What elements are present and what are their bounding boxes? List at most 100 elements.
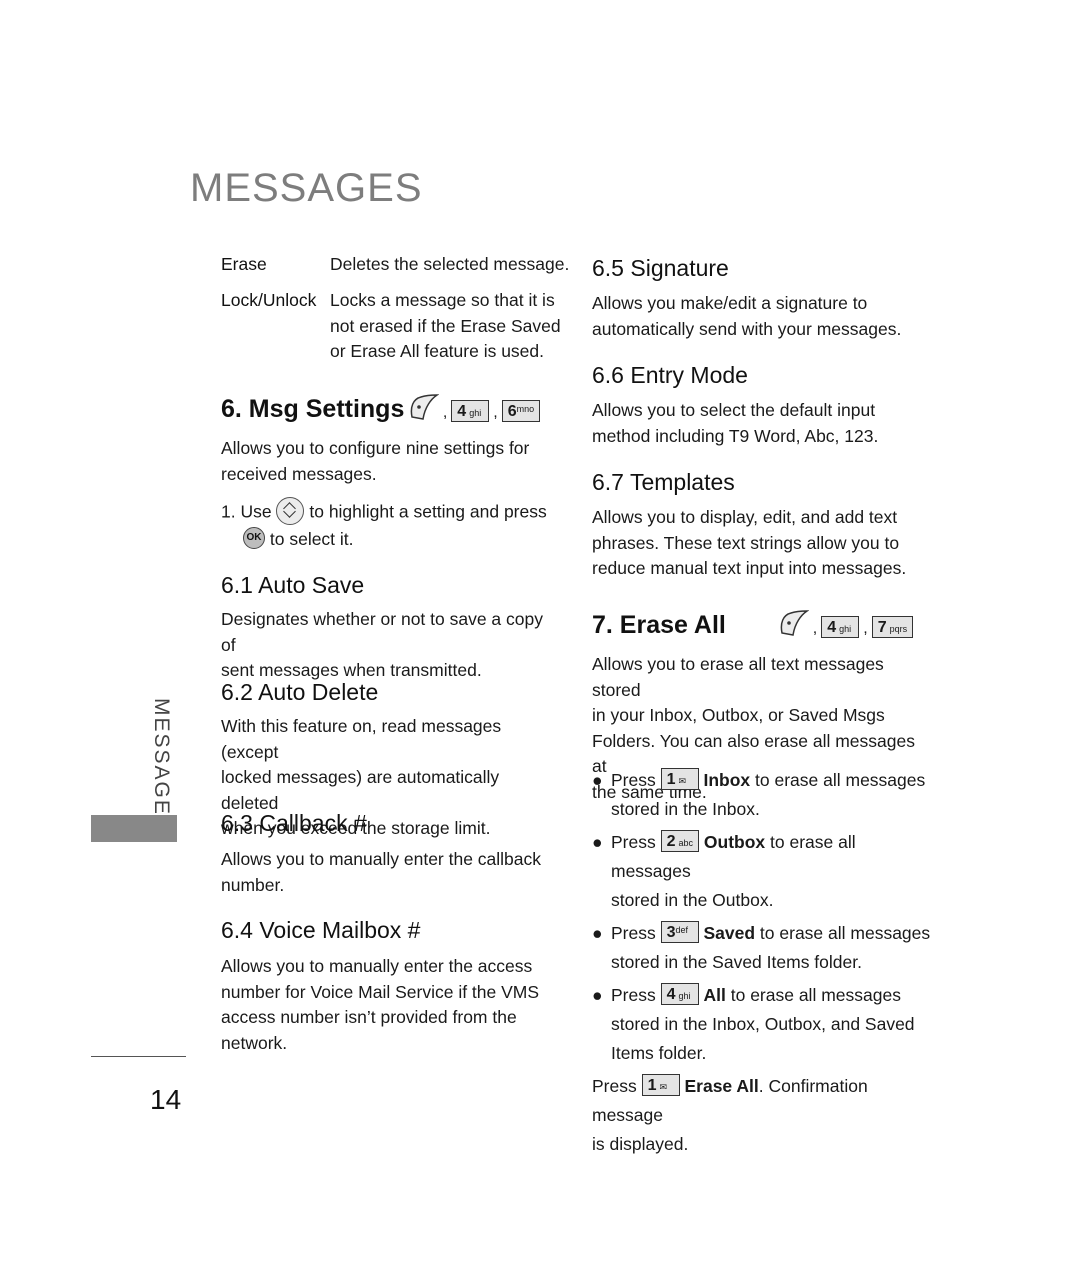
bullet: ● [592,832,603,852]
section-body: Allows you to manually enter the access … [221,954,561,1056]
text-line: is displayed. [592,1134,689,1154]
text-line: or Erase All feature is used. [330,341,544,361]
press-text: Press [611,985,656,1005]
text-line: Items folder. [611,1043,707,1063]
ok-key-icon: OK [243,527,265,550]
page-number: 14 [150,1084,182,1115]
section-heading: 6.6 Entry Mode [592,362,748,388]
text-line: number for Voice Mail Service if the VMS [221,981,540,1002]
section-voice-mailbox: 6.4 Voice Mailbox # Allows you to manual… [221,916,561,1056]
text-line: not erased if the Erase Saved [330,315,561,336]
text-line: Designates whether or not to save a copy… [221,609,543,655]
section-heading: 6.1 Auto Save [221,572,365,598]
key-1-mail-icon: 1 ✉ [641,1074,680,1097]
text-line: stored in the Saved Items folder. [611,952,862,972]
section-heading: 7. Erase All [592,611,726,639]
comma: , [493,404,498,421]
press-text: Press [611,923,656,943]
section-auto-save: 6.1 Auto Save Designates whether or not … [221,571,561,684]
option-name: All [703,985,726,1005]
comma: , [863,620,868,637]
text-line: access number isn’t provided from the [221,1007,517,1027]
definition-desc: Locks a message so that it is not erased… [330,288,561,365]
option-desc: to erase all messages [759,923,931,943]
key-3-def-icon: 3def [660,921,699,944]
definition-term: Lock/Unlock [221,290,317,310]
footer-rule [91,1056,186,1057]
comma: , [812,620,818,637]
section-body: Allows you to manually enter the callbac… [221,847,561,898]
step-text: to highlight a setting and press [309,501,547,522]
key-1-mail-icon: 1 ✉ [660,768,699,791]
press-text: Press [611,832,656,852]
option-name: Erase All [684,1076,759,1096]
text-line: Allows you to manually enter the callbac… [221,849,542,869]
option-desc: to erase all messages [755,770,926,790]
text-line: automatically send with your messages. [592,318,902,339]
text-line: number. [221,874,285,895]
section-templates: 6.7 Templates Allows you to display, edi… [592,468,932,582]
step-text: to select it. [269,529,354,549]
section-body: Allows you make/edit a signature to auto… [592,291,932,342]
section-body: Allows you to display, edit, and add tex… [592,505,932,582]
key-2-abc-icon: 2 abc [660,830,700,853]
text-line: Locks a message so that it is [330,290,555,310]
text-line: With this feature on, read messages (exc… [221,716,502,762]
text-line: received messages. [221,463,377,484]
sidebar-section-text: MESSAGES [150,698,173,832]
text-line: stored in the Inbox, Outbox, and Saved [611,1014,915,1034]
text-line: in your Inbox, Outbox, or Saved Msgs [592,705,885,725]
left-softkey-icon [779,609,810,642]
navigation-key-icon [276,497,305,525]
bullet: ● [592,985,603,1005]
erase-all-heading-row: 7. Erase All , 4 ghi, 7 pqrs [592,610,932,645]
definition-term: Erase [221,254,267,274]
comma: , [442,404,448,421]
left-softkey-icon [409,393,440,426]
section-heading: 6.5 Signature [592,255,729,281]
section-heading: 6.3 Callback # [221,810,367,836]
sidebar-section-label: MESSAGES [143,698,173,832]
key-6-mno-icon: 6mno [501,399,541,422]
section-heading: 6.4 Voice Mailbox # [221,917,421,943]
press-text: Press [592,1076,637,1096]
text-line: stored in the Outbox. [611,890,774,910]
final-step: Press 1 ✉ Erase All. Confirmation message… [592,1072,937,1159]
erase-all-options: ● Press 1 ✉ Inbox to erase all messages s… [592,766,937,1159]
section-signature: 6.5 Signature Allows you make/edit a sig… [592,254,932,342]
text-line: phrases. These text strings allow you to [592,532,900,553]
msg-settings-section: 6. Msg Settings , 4 ghi, 6mno [221,393,541,429]
step-line: 1. Use to highlight a setting and press [221,497,561,527]
text-line: method including T9 Word, Abc, 123. [592,425,879,446]
section-entry-mode: 6.6 Entry Mode Allows you to select the … [592,361,932,449]
step-text: Use [240,501,272,522]
list-item: ● Press 1 ✉ Inbox to erase all messages s… [592,766,937,824]
option-name: Saved [703,923,756,943]
definition-desc: Deletes the selected message. [330,254,570,274]
text-line: Allows you make/edit a signature to [592,293,868,313]
section-heading: 6. Msg Settings [221,395,405,423]
section-body: Allows you to select the default input m… [592,398,932,449]
key-4-ghi-icon: 4 ghi [451,399,490,422]
text-line: Allows you to configure nine settings fo… [221,438,530,458]
section-heading: 6.7 Templates [592,469,735,495]
text-line: Allows you to select the default input [592,400,876,420]
list-item: ● Press 2 abc Outbox to erase all message… [592,828,937,915]
key-4-ghi-icon: 4 ghi [821,615,860,638]
press-text: Press [611,770,656,790]
option-name: Outbox [703,832,766,852]
section-body: Designates whether or not to save a copy… [221,607,561,684]
text-line: Allows you to erase all text messages st… [592,654,884,700]
page-header-title: MESSAGES [190,166,423,210]
section-heading: 6.2 Auto Delete [221,679,379,705]
text-line: Allows you to manually enter the access [221,956,533,976]
option-name: Inbox [703,770,751,790]
bullet: ● [592,923,603,943]
text-line: reduce manual text input into messages. [592,558,907,578]
key-4-ghi-icon: 4 ghi [660,983,699,1006]
option-desc: to erase all messages [730,985,901,1005]
text-line: stored in the Inbox. [611,799,760,819]
text-line: Allows you to display, edit, and add tex… [592,507,898,527]
list-item: ● Press 4 ghi All to erase all messages s… [592,981,937,1068]
step-line: OK to select it. [221,527,561,553]
